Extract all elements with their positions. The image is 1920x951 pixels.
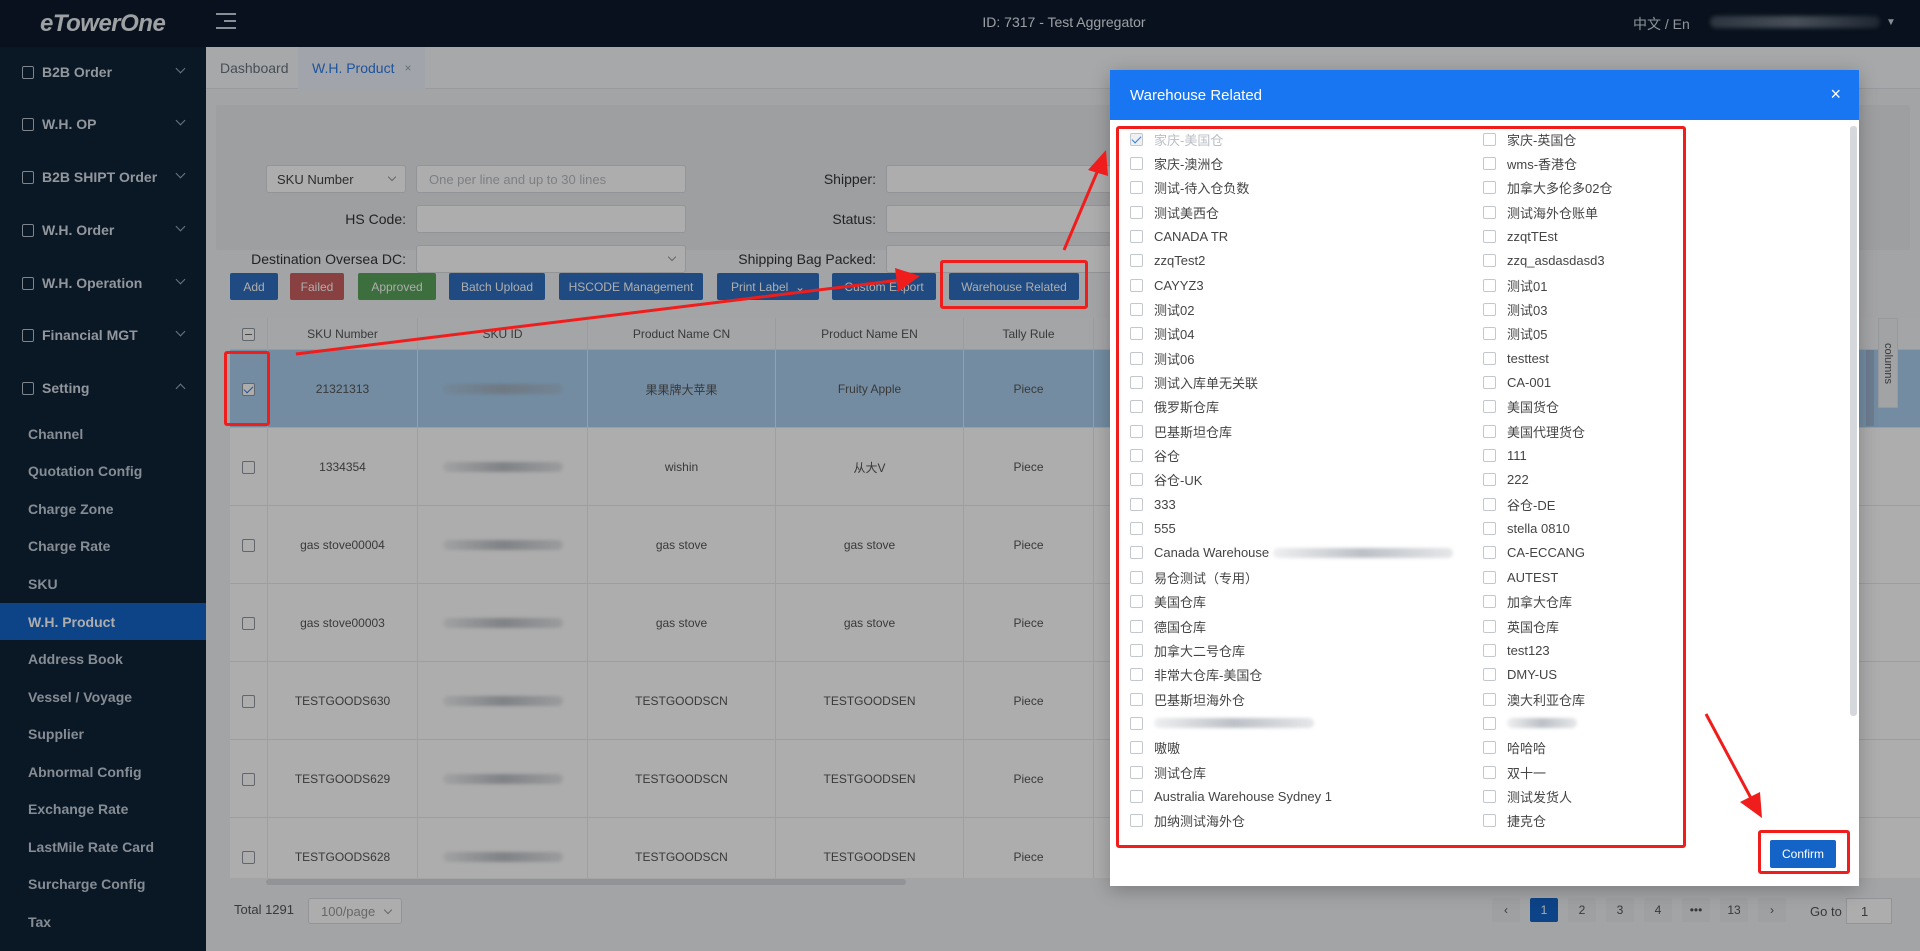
arrow-to-confirm xyxy=(1704,713,1754,801)
annotation-arrows xyxy=(295,150,1762,818)
arrow-head xyxy=(895,268,920,292)
arrow-to-warehouse-button xyxy=(295,278,901,356)
arrow-to-dialog xyxy=(1062,169,1100,251)
arrow-head xyxy=(1088,150,1108,176)
